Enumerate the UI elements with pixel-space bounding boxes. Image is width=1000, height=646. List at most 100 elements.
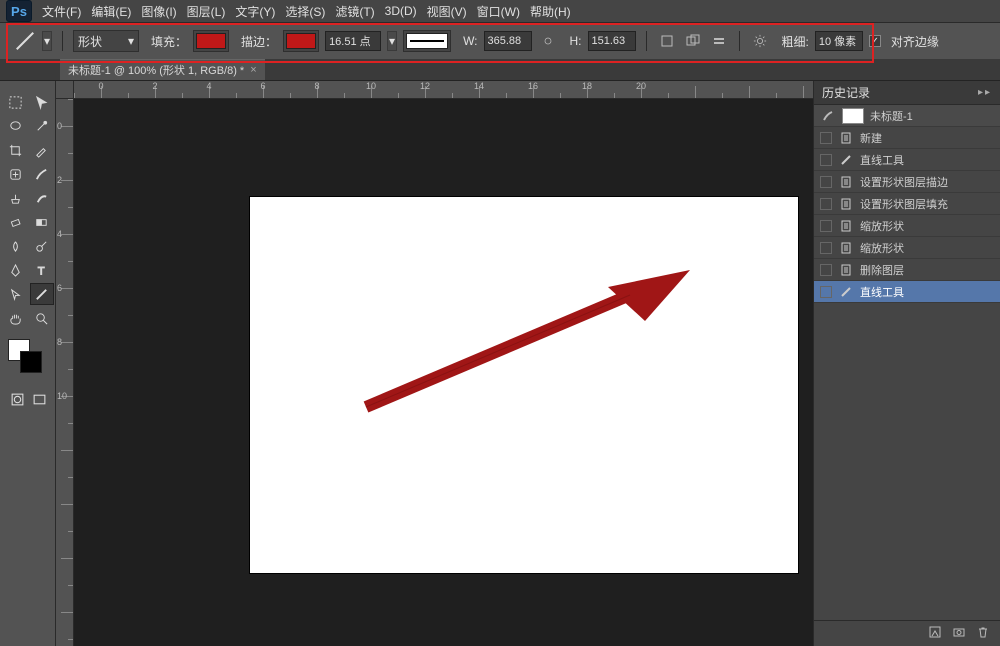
type-tool[interactable]: T xyxy=(30,259,54,281)
menu-window[interactable]: 窗口(W) xyxy=(477,3,520,20)
snapshot-icon[interactable] xyxy=(952,625,966,642)
height-label: H: xyxy=(570,34,582,48)
stroke-style-picker[interactable] xyxy=(403,30,451,52)
width-input[interactable] xyxy=(484,31,532,51)
history-visibility-toggle[interactable] xyxy=(820,220,832,232)
create-document-icon[interactable] xyxy=(928,625,942,642)
dodge-tool[interactable] xyxy=(30,235,54,257)
arrow-shape[interactable] xyxy=(250,197,798,573)
history-snapshot[interactable]: 未标题-1 xyxy=(814,105,1000,127)
healing-brush-tool[interactable] xyxy=(4,163,28,185)
history-item[interactable]: 直线工具 xyxy=(814,281,1000,303)
line-shape-tool[interactable] xyxy=(30,283,54,305)
document-tab[interactable]: 未标题-1 @ 100% (形状 1, RGB/8) * × xyxy=(60,59,265,80)
eraser-tool[interactable] xyxy=(4,211,28,233)
document-icon xyxy=(838,240,854,256)
document-icon xyxy=(838,174,854,190)
path-arrange-button[interactable] xyxy=(683,31,703,51)
history-visibility-toggle[interactable] xyxy=(820,286,832,298)
ruler-origin[interactable] xyxy=(56,81,74,99)
history-item[interactable]: 缩放形状 xyxy=(814,237,1000,259)
history-item-label: 缩放形状 xyxy=(860,240,904,256)
history-visibility-toggle[interactable] xyxy=(820,198,832,210)
hand-tool[interactable] xyxy=(4,307,28,329)
stroke-color-swatch xyxy=(286,33,316,49)
history-visibility-toggle[interactable] xyxy=(820,264,832,276)
brush-tool[interactable] xyxy=(30,163,54,185)
ruler-h-label: 10 xyxy=(366,81,376,91)
screen-mode-toggle[interactable] xyxy=(30,389,50,409)
stroke-width-input[interactable] xyxy=(325,31,381,51)
shape-mode-select[interactable]: 形状 ▾ xyxy=(73,30,139,52)
panel-collapse-icon[interactable]: ▸▸ xyxy=(978,87,992,98)
menu-help[interactable]: 帮助(H) xyxy=(530,3,571,20)
document-tab-row: 未标题-1 @ 100% (形状 1, RGB/8) * × xyxy=(0,59,1000,81)
canvas-area[interactable] xyxy=(74,99,813,646)
history-item-label: 删除图层 xyxy=(860,262,904,278)
align-edges-checkbox[interactable] xyxy=(869,35,881,47)
eyedropper-tool[interactable] xyxy=(30,139,54,161)
ruler-v-label: 2 xyxy=(57,175,62,185)
link-wh-icon[interactable] xyxy=(538,31,558,51)
history-visibility-toggle[interactable] xyxy=(820,132,832,144)
history-item[interactable]: 设置形状图层填充 xyxy=(814,193,1000,215)
menu-filter[interactable]: 滤镜(T) xyxy=(335,3,374,20)
stroke-style-preview xyxy=(406,33,448,49)
document-icon xyxy=(838,130,854,146)
clone-stamp-tool[interactable] xyxy=(4,187,28,209)
weight-input[interactable] xyxy=(815,31,863,51)
ruler-v-label: 6 xyxy=(57,283,62,293)
stroke-label: 描边： xyxy=(241,33,277,50)
history-item[interactable]: 删除图层 xyxy=(814,259,1000,281)
menu-layer[interactable]: 图层(L) xyxy=(187,3,226,20)
path-operations-button[interactable] xyxy=(709,31,729,51)
close-icon[interactable]: × xyxy=(250,64,256,76)
menu-image[interactable]: 图像(I) xyxy=(141,3,176,20)
ruler-h-label: 0 xyxy=(98,81,103,91)
trash-icon[interactable] xyxy=(976,625,990,642)
zoom-tool[interactable] xyxy=(30,307,54,329)
lasso-tool[interactable] xyxy=(4,115,28,137)
quick-mask-toggle[interactable] xyxy=(8,389,28,409)
crop-tool[interactable] xyxy=(4,139,28,161)
history-item[interactable]: 设置形状图层描边 xyxy=(814,171,1000,193)
pen-tool[interactable] xyxy=(4,259,28,281)
menu-bar: Ps 文件(F) 编辑(E) 图像(I) 图层(L) 文字(Y) 选择(S) 滤… xyxy=(0,0,1000,23)
marquee-tool[interactable] xyxy=(4,91,28,113)
path-select-tool[interactable] xyxy=(4,283,28,305)
menu-select[interactable]: 选择(S) xyxy=(285,3,325,20)
history-item-label: 直线工具 xyxy=(860,152,904,168)
menu-edit[interactable]: 编辑(E) xyxy=(91,3,131,20)
menu-3d[interactable]: 3D(D) xyxy=(385,4,417,18)
history-visibility-toggle[interactable] xyxy=(820,176,832,188)
brush-icon xyxy=(820,108,836,124)
fill-color-picker[interactable] xyxy=(193,30,229,52)
background-color[interactable] xyxy=(20,351,42,373)
stroke-width-picker[interactable]: ▾ xyxy=(387,31,397,51)
history-visibility-toggle[interactable] xyxy=(820,154,832,166)
move-tool[interactable] xyxy=(30,91,54,113)
horizontal-ruler[interactable]: 02468101214161820 xyxy=(74,81,813,99)
menu-view[interactable]: 视图(V) xyxy=(427,3,467,20)
app-logo-icon: Ps xyxy=(6,0,32,22)
blur-tool[interactable] xyxy=(4,235,28,257)
color-swatches[interactable] xyxy=(6,339,51,373)
snapshot-thumb xyxy=(842,108,864,124)
history-item-label: 设置形状图层填充 xyxy=(860,196,948,212)
menu-file[interactable]: 文件(F) xyxy=(42,3,81,20)
document-canvas[interactable] xyxy=(250,197,798,573)
path-align-button[interactable] xyxy=(657,31,677,51)
history-item[interactable]: 缩放形状 xyxy=(814,215,1000,237)
gear-icon[interactable] xyxy=(750,31,770,51)
vertical-ruler[interactable]: 0246810 xyxy=(56,99,74,646)
gradient-tool[interactable] xyxy=(30,211,54,233)
history-item[interactable]: 直线工具 xyxy=(814,149,1000,171)
height-input[interactable] xyxy=(588,31,636,51)
stroke-color-picker[interactable] xyxy=(283,30,319,52)
history-visibility-toggle[interactable] xyxy=(820,242,832,254)
history-brush-tool[interactable] xyxy=(30,187,54,209)
magic-wand-tool[interactable] xyxy=(30,115,54,137)
history-item[interactable]: 新建 xyxy=(814,127,1000,149)
menu-type[interactable]: 文字(Y) xyxy=(235,3,275,20)
tool-preset-picker[interactable]: ▾ xyxy=(42,31,52,51)
